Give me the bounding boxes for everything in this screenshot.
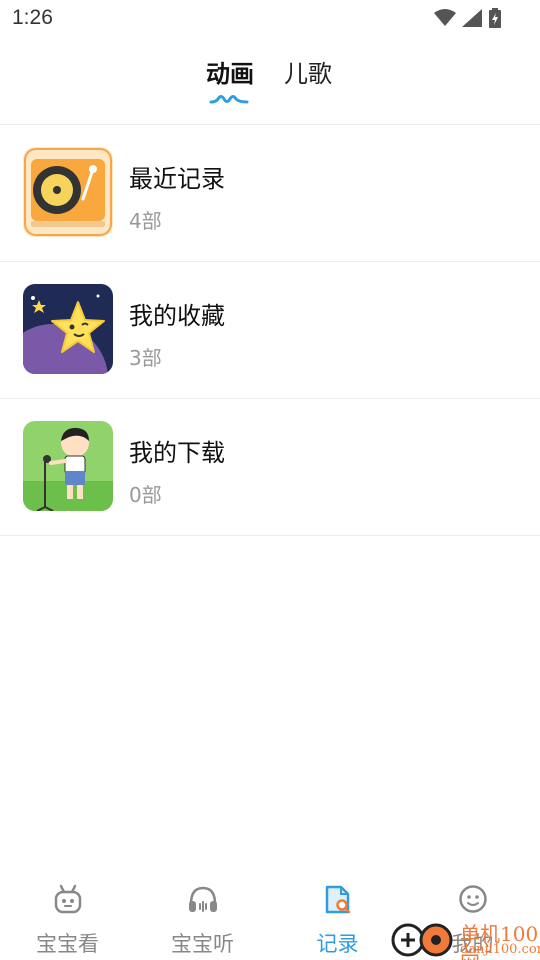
nav-item-records[interactable]: 记录 — [270, 870, 405, 960]
signal-icon — [462, 9, 482, 31]
robot-tv-icon — [53, 884, 83, 918]
battery-charging-icon — [488, 8, 502, 32]
record-list: 最近记录 4部 我的收藏 3部 我的下载 0部 — [0, 125, 540, 536]
record-count: 0部 — [129, 483, 162, 507]
smiley-face-icon — [458, 884, 488, 918]
wifi-icon — [434, 9, 456, 31]
singing-boy-thumb — [23, 421, 113, 511]
watermark-subtext: danji100.com — [460, 942, 540, 957]
star-thumb — [23, 284, 113, 374]
nav-item-listen[interactable]: 宝宝听 — [135, 870, 270, 960]
nav-label: 宝宝听 — [171, 932, 234, 956]
top-tabs: 动画 儿歌 — [0, 46, 540, 124]
watermark-logo-icon — [390, 920, 454, 960]
record-title: 我的下载 — [129, 439, 225, 467]
status-icons — [434, 8, 502, 32]
record-row-recent[interactable]: 最近记录 4部 — [0, 125, 540, 262]
record-count: 3部 — [129, 346, 162, 370]
record-count: 4部 — [129, 209, 162, 233]
headphones-icon — [187, 884, 219, 918]
nav-label: 宝宝看 — [36, 932, 99, 956]
status-time: 1:26 — [12, 6, 53, 29]
record-row-downloads[interactable]: 我的下载 0部 — [0, 399, 540, 536]
nav-item-watch[interactable]: 宝宝看 — [0, 870, 135, 960]
tab-animation[interactable]: 动画 — [206, 54, 254, 89]
tab-active-indicator — [209, 90, 249, 109]
nav-label: 记录 — [316, 932, 359, 956]
watermark: 单机100网 danji100.com — [390, 918, 540, 960]
tab-nursery-rhymes[interactable]: 儿歌 — [284, 54, 332, 89]
record-row-favorites[interactable]: 我的收藏 3部 — [0, 262, 540, 399]
record-title: 我的收藏 — [129, 302, 225, 330]
status-bar: 1:26 — [0, 0, 540, 40]
record-title: 最近记录 — [129, 165, 225, 193]
record-search-icon — [322, 884, 354, 920]
record-player-thumb — [23, 147, 113, 237]
